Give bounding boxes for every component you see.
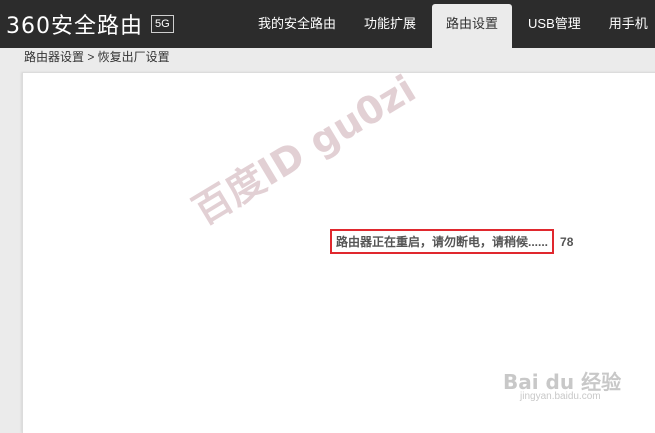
top-nav-bar: 360安全路由 5G 我的安全路由 功能扩展 路由设置 USB管理 用手机 bbox=[0, 0, 655, 48]
tab-usb-management[interactable]: USB管理 bbox=[514, 0, 595, 48]
logo-text: 360安全路由 bbox=[6, 14, 143, 39]
tab-extensions[interactable]: 功能扩展 bbox=[350, 0, 430, 48]
reboot-status: 路由器正在重启，请勿断电，请稍候...... 78 bbox=[330, 229, 573, 254]
tab-router-settings[interactable]: 路由设置 bbox=[432, 4, 513, 48]
status-message: 路由器正在重启，请勿断电，请稍候...... bbox=[336, 235, 549, 249]
breadcrumb: 路由器设置 > 恢复出厂设置 bbox=[24, 50, 170, 64]
main-tabs: 我的安全路由 功能扩展 路由设置 USB管理 用手机 bbox=[244, 0, 655, 48]
tab-my-router[interactable]: 我的安全路由 bbox=[244, 0, 350, 48]
tab-mobile[interactable]: 用手机 bbox=[595, 0, 655, 48]
countdown-value: 78 bbox=[560, 234, 574, 249]
logo[interactable]: 360安全路由 5G bbox=[6, 10, 174, 39]
baidu-url: jingyan.baidu.com bbox=[520, 391, 601, 402]
status-highlight-box: 路由器正在重启，请勿断电，请稍候...... bbox=[330, 229, 555, 254]
band-badge: 5G bbox=[151, 15, 174, 33]
